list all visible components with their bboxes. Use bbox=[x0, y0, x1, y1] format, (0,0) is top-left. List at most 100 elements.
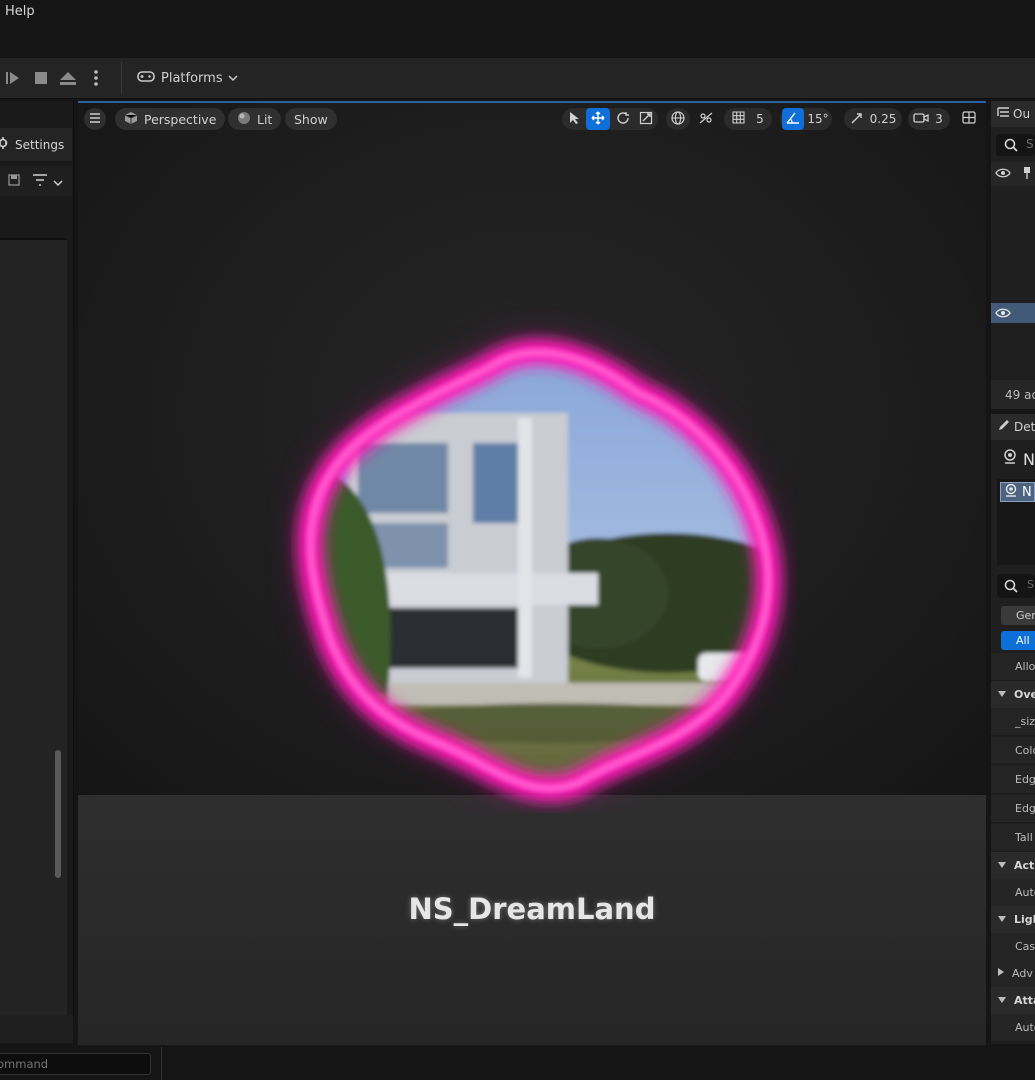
filter-icon[interactable] bbox=[32, 174, 48, 189]
angle-icon bbox=[786, 111, 800, 127]
platforms-button[interactable]: Platforms bbox=[136, 67, 238, 89]
scale-tool[interactable] bbox=[636, 108, 656, 130]
console-command-input[interactable] bbox=[0, 1053, 151, 1075]
dreamland-portal-effect[interactable] bbox=[238, 273, 798, 813]
viewport-layout-button[interactable] bbox=[958, 108, 980, 130]
details-row-label: Tall bbox=[1015, 831, 1033, 844]
translate-tool[interactable] bbox=[586, 108, 610, 130]
scale-snap-icon bbox=[851, 112, 863, 127]
grid-snap-value[interactable]: 5 bbox=[752, 108, 768, 130]
details-category-row[interactable]: Acti bbox=[991, 852, 1035, 880]
level-viewport[interactable]: NS_DreamLand Perspective Lit Show 5 15° … bbox=[78, 101, 986, 1045]
chevron-down-icon[interactable] bbox=[53, 176, 63, 190]
view-mode-button[interactable]: Lit bbox=[228, 108, 282, 130]
component-row-selected[interactable]: N bbox=[1000, 482, 1035, 502]
details-property-row[interactable]: Auto bbox=[991, 879, 1035, 907]
details-property-row[interactable]: Cast bbox=[991, 933, 1035, 961]
details-tab[interactable]: Det bbox=[991, 414, 1035, 440]
filter-all-button[interactable]: All bbox=[1001, 631, 1035, 650]
component-tree: N bbox=[997, 479, 1035, 565]
outliner-search-input[interactable]: S bbox=[996, 134, 1035, 156]
select-tool[interactable] bbox=[564, 108, 584, 130]
outliner-tab-label: Ou bbox=[1013, 107, 1031, 121]
show-button[interactable]: Show bbox=[285, 108, 337, 130]
caret-down-icon bbox=[997, 859, 1007, 872]
rotate-icon bbox=[616, 111, 630, 128]
details-property-row[interactable]: Auto bbox=[991, 1014, 1035, 1042]
details-property-row[interactable]: Allow bbox=[991, 653, 1035, 681]
outliner-tab[interactable]: Ou bbox=[991, 101, 1035, 127]
chevron-down-icon bbox=[228, 71, 238, 86]
save-icon[interactable] bbox=[8, 174, 20, 189]
rotation-snap-value[interactable]: 15° bbox=[806, 108, 830, 130]
component-name: N bbox=[1022, 484, 1032, 500]
details-row-label: Ligh bbox=[1014, 913, 1035, 926]
details-property-row[interactable]: Adv bbox=[991, 960, 1035, 988]
camera-speed-value[interactable]: 3 bbox=[932, 108, 946, 130]
scale-icon bbox=[639, 111, 653, 128]
menu-bar bbox=[0, 0, 1035, 56]
details-property-row[interactable]: Colo bbox=[991, 737, 1035, 765]
details-row-label: Ove bbox=[1014, 688, 1035, 701]
outliner-column-header bbox=[991, 162, 1035, 186]
pin-icon[interactable] bbox=[1022, 166, 1032, 183]
details-category-row[interactable]: Ligh bbox=[991, 906, 1035, 934]
world-local-toggle[interactable] bbox=[668, 108, 688, 130]
layout-icon bbox=[962, 111, 976, 127]
niagara-actor-icon bbox=[1003, 449, 1017, 469]
surface-snap-toggle[interactable] bbox=[696, 108, 716, 130]
camera-speed-button[interactable] bbox=[912, 108, 930, 130]
details-search-input[interactable]: S bbox=[997, 574, 1035, 598]
left-scrollbar[interactable] bbox=[55, 750, 61, 878]
caret-down-icon bbox=[997, 994, 1007, 1007]
hamburger-icon bbox=[89, 112, 101, 126]
details-category-row[interactable]: Atta bbox=[991, 987, 1035, 1015]
viewport-menu-button[interactable] bbox=[84, 108, 106, 130]
grid-snap-toggle[interactable] bbox=[728, 108, 748, 130]
details-property-row[interactable]: _siz bbox=[991, 708, 1035, 736]
details-property-row[interactable]: Edge bbox=[991, 766, 1035, 794]
grid-icon bbox=[731, 111, 745, 127]
filter-general-button[interactable]: Gen bbox=[1001, 606, 1035, 625]
actor-count-text: 49 ac bbox=[1005, 387, 1035, 402]
outliner-selected-row[interactable] bbox=[991, 303, 1035, 323]
perspective-label: Perspective bbox=[144, 111, 217, 127]
platforms-label: Platforms bbox=[161, 70, 223, 86]
step-icon[interactable] bbox=[3, 68, 23, 88]
details-row-label: Cast bbox=[1015, 940, 1035, 953]
caret-down-icon bbox=[997, 913, 1007, 926]
search-icon bbox=[1004, 579, 1018, 596]
left-panel-footer bbox=[0, 1015, 73, 1043]
gear-icon bbox=[0, 136, 10, 153]
details-tab-label: Det bbox=[1014, 420, 1035, 434]
rotation-snap-toggle[interactable] bbox=[782, 108, 804, 130]
camera-icon bbox=[913, 112, 929, 127]
scale-snap-value[interactable]: 0.25 bbox=[868, 108, 898, 130]
perspective-button[interactable]: Perspective bbox=[115, 108, 226, 130]
caret-right-icon bbox=[997, 967, 1005, 980]
rotate-tool[interactable] bbox=[613, 108, 633, 130]
gamepad-icon bbox=[136, 68, 156, 88]
scale-snap-toggle[interactable] bbox=[848, 108, 866, 130]
menu-help[interactable]: Help bbox=[5, 4, 35, 19]
eject-icon[interactable] bbox=[58, 68, 78, 88]
outliner-search-placeholder: S bbox=[1026, 137, 1034, 151]
details-category-row[interactable]: Ove bbox=[991, 681, 1035, 709]
settings-label: Settings bbox=[15, 137, 65, 152]
actor-name-label: NS_DreamLand bbox=[408, 892, 656, 926]
more-options-icon[interactable] bbox=[86, 68, 106, 88]
left-content-list bbox=[0, 238, 67, 1015]
details-property-row[interactable]: Tall bbox=[991, 824, 1035, 852]
surface-snap-icon bbox=[698, 111, 714, 128]
visibility-eye-icon[interactable] bbox=[995, 167, 1011, 182]
cube-icon bbox=[124, 111, 138, 128]
status-bar-separator bbox=[161, 1047, 162, 1080]
visibility-eye-icon[interactable] bbox=[995, 307, 1011, 322]
caret-down-icon bbox=[997, 688, 1007, 701]
globe-icon bbox=[671, 110, 685, 128]
details-search-placeholder: S bbox=[1027, 578, 1034, 591]
details-property-row[interactable]: Edge bbox=[991, 795, 1035, 823]
details-row-label: Auto bbox=[1015, 886, 1035, 899]
settings-tab[interactable]: Settings bbox=[0, 128, 72, 161]
stop-icon[interactable] bbox=[31, 68, 51, 88]
